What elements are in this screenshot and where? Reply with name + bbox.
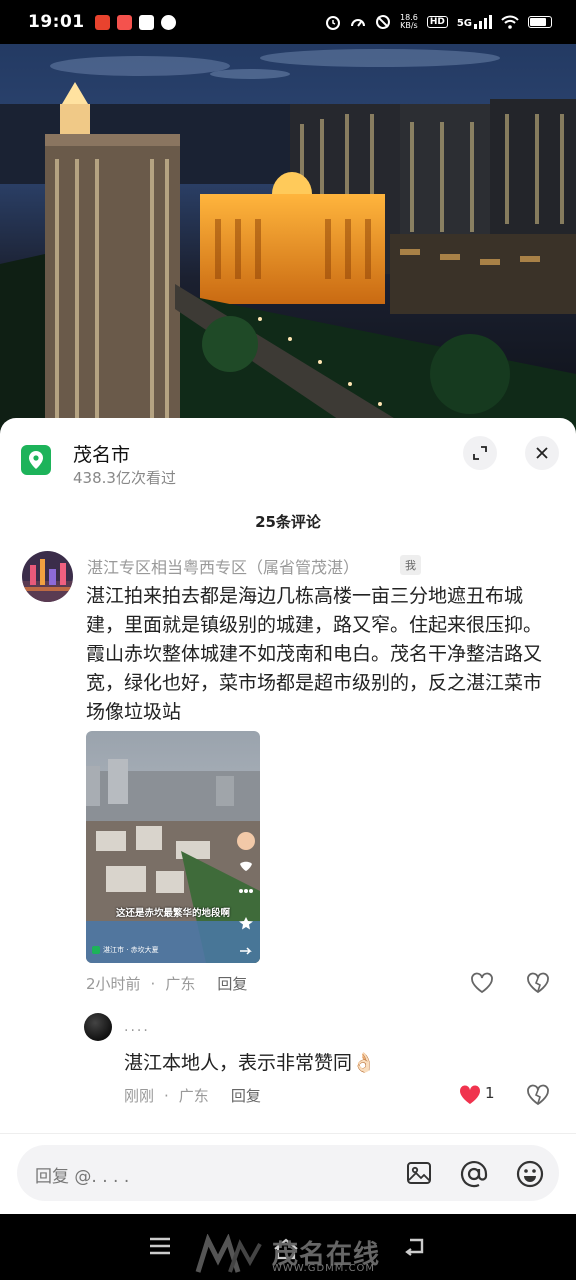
dislike-button[interactable] [525,970,551,996]
comments-count: 25条评论 [255,513,321,531]
meta-dot: · [150,974,156,993]
like-button[interactable] [469,970,495,996]
reply-region: 广东 [178,1087,209,1105]
network-speed-unit: KB/s [400,21,418,30]
close-button[interactable] [525,436,559,470]
close-icon [536,447,548,459]
location-pin-icon [21,445,51,475]
reply-time: 刚刚 [124,1087,155,1105]
image-caption: 这还是赤坎最繁华的地段啊 [115,908,230,919]
reply-avatar[interactable] [84,1013,112,1041]
heart-icon [471,972,493,994]
reply-input[interactable]: 回复 @. . . . [17,1145,559,1201]
status-time: 19:01 [28,12,85,32]
heart-filled-icon [459,1085,481,1104]
mention-icon[interactable] [459,1159,489,1189]
comment-meta: 2小时前 · 广东 回复 [86,973,247,994]
battery-icon [528,16,552,28]
expand-icon [473,446,487,460]
menu-icon[interactable] [148,1236,172,1256]
image-icon[interactable] [405,1159,433,1187]
me-tag: 我 [400,555,421,575]
back-icon[interactable] [404,1236,428,1256]
emoji-icon[interactable] [515,1159,545,1189]
reply-button[interactable]: 回复 [217,973,247,994]
avatar[interactable] [22,551,73,602]
broken-heart-icon [527,972,549,994]
comment-text[interactable]: 湛江拍来拍去都是海边几栋高楼一亩三分地遮丑布城建，里面就是镇级别的城建，路又窄。… [86,582,550,727]
app-notification-icon [160,14,176,30]
reply-author[interactable]: .... [124,1019,150,1035]
city-night-photo[interactable] [0,44,576,434]
comments-sheet: 茂名市 438.3亿次看过 25条评论 湛江专区相当粤西专区（属省管茂湛） 我 … [0,418,576,1214]
watermark-url: WWW.GDMM.COM [272,1263,376,1274]
system-nav-bar: 茂名在线 WWW.GDMM.COM [0,1214,576,1280]
network-type: 5G [456,18,472,29]
reply-input-placeholder: 回复 @. . . . [35,1167,130,1187]
image-footer: 湛江市 · 赤坎大夏 [92,945,159,955]
app-notification-icon [94,14,110,30]
speedometer-icon [351,19,365,27]
hd-badge: HD [426,16,448,28]
reply-text[interactable]: 湛江本地人，表示非常赞同👌🏻 [124,1048,376,1075]
like-count: 1 [485,1084,495,1102]
comment-author[interactable]: 湛江专区相当粤西专区（属省管茂湛） [87,554,359,578]
divider [0,1133,576,1134]
image-footer-text: 湛江市 · 赤坎大夏 [103,946,159,954]
dislike-button[interactable] [525,1082,551,1108]
message-notification-icon [138,14,154,30]
watermark-logo [195,1234,262,1273]
comment-region: 广东 [165,975,196,993]
cellular-signal-icon: 5G [457,15,492,29]
location-views: 438.3亿次看过 [73,469,176,487]
location-pin-icon [92,946,100,954]
wifi-icon [501,15,519,29]
comment-time: 2小时前 [86,975,141,993]
location-title[interactable]: 茂名市 [73,440,130,467]
alarm-icon [326,16,340,30]
broken-heart-icon [527,1084,549,1106]
status-bar: 19:01 18.6 KB/s HD 5G [0,0,576,44]
silent-icon [376,15,390,29]
reply-button[interactable]: 回复 [231,1085,261,1106]
like-button[interactable] [457,1082,483,1108]
notification-icons [94,14,176,30]
reply-meta: 刚刚 · 广东 回复 [124,1085,261,1106]
expand-button[interactable] [463,436,497,470]
meta-dot: · [164,1086,169,1105]
comment-image[interactable]: 这还是赤坎最繁华的地段啊 湛江市 · 赤坎大夏 [86,731,260,963]
app-notification-icon [116,14,132,30]
network-speed: 18.6 KB/s [400,14,418,30]
